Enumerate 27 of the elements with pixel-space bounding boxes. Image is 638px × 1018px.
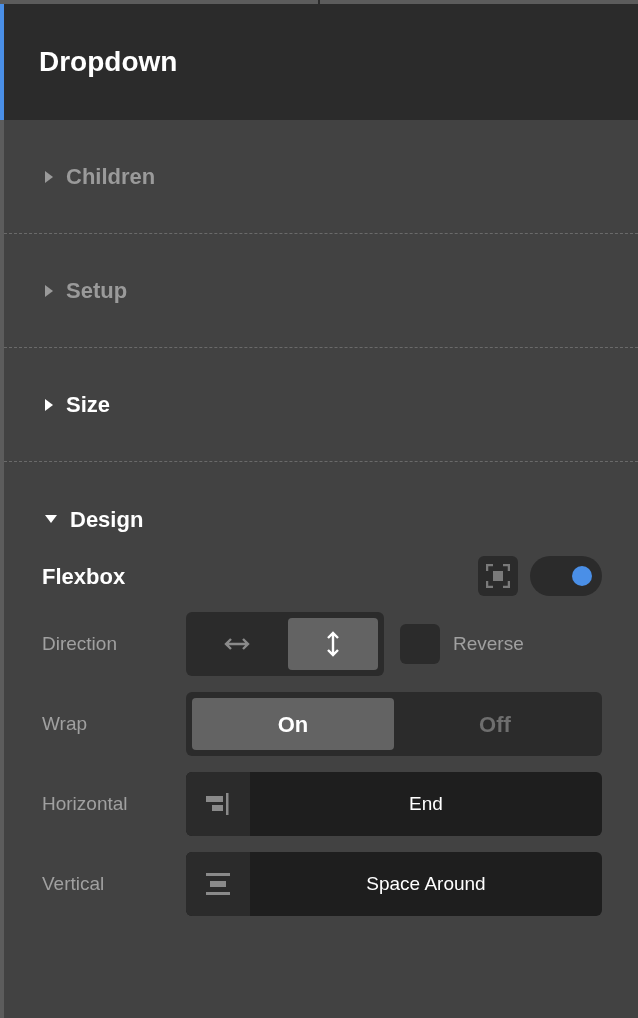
field-label: Vertical bbox=[42, 871, 106, 896]
caret-right-icon bbox=[44, 169, 54, 184]
distribute-vertical-icon bbox=[206, 872, 230, 896]
frame-icon bbox=[486, 564, 510, 588]
section-header[interactable]: Children bbox=[4, 160, 156, 193]
section-header[interactable]: Size bbox=[4, 388, 111, 421]
focus-button[interactable] bbox=[478, 556, 518, 596]
align-right-icon bbox=[205, 792, 231, 816]
select-control[interactable]: Space Around bbox=[186, 852, 602, 916]
flexbox-label: Flexbox bbox=[42, 562, 127, 591]
caret-right-icon bbox=[44, 397, 54, 412]
panel-title: Dropdown bbox=[39, 45, 178, 79]
select-value: End bbox=[408, 791, 444, 816]
reverse-label: Reverse bbox=[453, 631, 524, 656]
field-label: Horizontal bbox=[42, 791, 129, 816]
caret-right-icon bbox=[44, 283, 54, 298]
vertical-arrow-icon bbox=[326, 631, 340, 657]
caret-down-icon bbox=[44, 514, 58, 524]
select-value: Space Around bbox=[365, 871, 487, 896]
direction-option[interactable] bbox=[288, 618, 378, 670]
wrap-option[interactable]: On bbox=[192, 698, 394, 750]
field-label: Wrap bbox=[42, 711, 89, 736]
toggle-switch[interactable] bbox=[530, 556, 602, 596]
select-control[interactable]: End bbox=[186, 772, 602, 836]
section-header[interactable]: Setup bbox=[4, 274, 128, 307]
field-label: Direction bbox=[42, 631, 118, 656]
horizontal-arrow-icon bbox=[224, 637, 250, 651]
